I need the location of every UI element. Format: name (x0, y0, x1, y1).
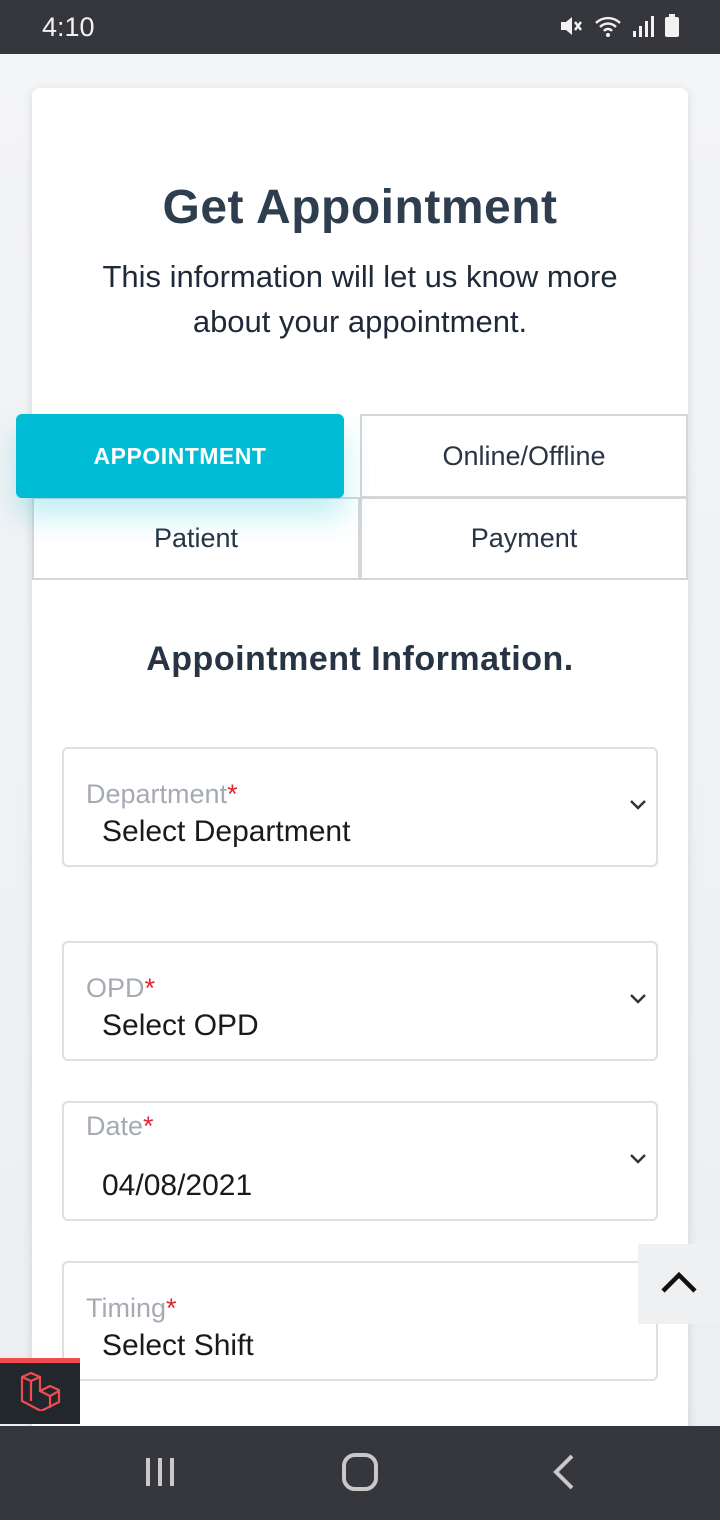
subtitle-line-1: This information will let us know more (102, 259, 618, 294)
timing-select[interactable]: Timing* Select Shift (62, 1261, 658, 1381)
status-time: 4:10 (42, 12, 95, 42)
date-label: Date* (86, 1111, 154, 1141)
subtitle-line-2: about your appointment. (192, 304, 528, 339)
chevron-down-icon (626, 1151, 650, 1172)
timing-label: Timing* (86, 1293, 177, 1323)
date-picker[interactable]: Date* 04/08/2021 (62, 1101, 658, 1221)
home-icon[interactable] (340, 1450, 380, 1499)
chevron-down-icon (626, 991, 650, 1012)
chevron-up-icon (659, 1269, 699, 1300)
section-title: Appointment Information. (146, 640, 574, 678)
battery-icon (664, 14, 680, 38)
tab-payment[interactable]: Payment (360, 497, 688, 580)
department-value: Select Department (102, 815, 351, 848)
mute-icon (558, 14, 584, 38)
navigation-bar (0, 1426, 720, 1520)
opd-value: Select OPD (102, 1009, 259, 1042)
laravel-logo-icon (18, 1371, 62, 1416)
required-mark: * (144, 973, 156, 1003)
status-bar: 4:10 (0, 0, 720, 54)
recent-apps-icon[interactable] (140, 1450, 180, 1499)
scroll-to-top-button[interactable] (638, 1244, 720, 1324)
page-title: Get Appointment (162, 181, 558, 234)
laravel-debugbar-button[interactable] (0, 1358, 80, 1424)
status-icons (558, 14, 680, 38)
tab-online-offline[interactable]: Online/Offline (360, 414, 688, 498)
required-mark: * (143, 1111, 154, 1141)
required-mark: * (227, 779, 238, 809)
chevron-down-icon (626, 797, 650, 818)
opd-label: OPD* (86, 973, 156, 1003)
wifi-icon (594, 14, 622, 38)
opd-select[interactable]: OPD* Select OPD (62, 941, 658, 1061)
signal-icon (632, 14, 654, 38)
timing-value: Select Shift (102, 1329, 254, 1362)
date-value: 04/08/2021 (102, 1169, 253, 1202)
page-subtitle: This information will let us know more a… (40, 254, 680, 344)
tab-patient[interactable]: Patient (32, 497, 360, 580)
department-label: Department* (86, 779, 238, 809)
required-mark: * (166, 1293, 177, 1323)
tab-appointment[interactable]: APPOINTMENT (16, 414, 344, 498)
back-icon[interactable] (544, 1450, 584, 1499)
department-select[interactable]: Department* Select Department (62, 747, 658, 867)
